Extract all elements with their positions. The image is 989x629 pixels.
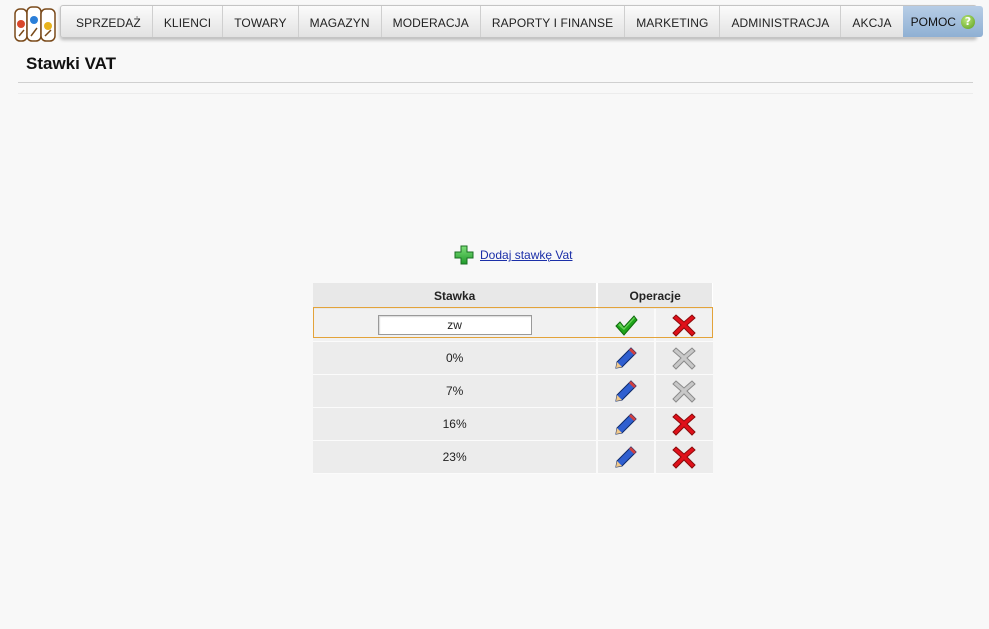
vat-rates-table: Stawka Operacje 0% [313, 283, 714, 474]
title-divider-secondary [18, 93, 973, 94]
pencil-icon[interactable] [614, 445, 638, 469]
nav-item-klienci[interactable]: KLIENCI [153, 6, 224, 37]
delete-icon[interactable] [672, 313, 697, 337]
nav-item-towary[interactable]: TOWARY [223, 6, 299, 37]
rate-cell: 0% [313, 341, 599, 375]
nav-item-akcja[interactable]: AKCJA [841, 6, 902, 37]
nav-item-sprzedaz[interactable]: SPRZEDAŻ [61, 6, 153, 37]
cancel-cell [655, 309, 713, 342]
help-icon: ? [960, 14, 975, 29]
add-vat-rate-link[interactable]: Dodaj stawkę Vat [453, 244, 573, 266]
save-cell [597, 309, 657, 342]
edit-cell [597, 407, 657, 441]
table-row-edit [313, 309, 713, 342]
edit-rate-cell [313, 309, 599, 342]
column-header-operations: Operacje [597, 283, 714, 309]
pencil-icon[interactable] [614, 412, 638, 436]
main-navigation: SPRZEDAŻ KLIENCI TOWARY MAGAZYN MODERACJ… [60, 5, 983, 38]
nav-item-raporty-i-finanse[interactable]: RAPORTY I FINANSE [481, 6, 626, 37]
nav-item-administracja[interactable]: ADMINISTRACJA [720, 6, 842, 37]
delete-disabled-icon [672, 347, 697, 370]
table-row: 0% [313, 341, 713, 375]
title-divider [18, 82, 973, 83]
add-vat-rate-label: Dodaj stawkę Vat [480, 248, 573, 262]
checkmark-icon[interactable] [614, 313, 638, 337]
rate-input[interactable] [377, 315, 532, 335]
help-label: POMOC [910, 14, 956, 29]
help-button[interactable]: POMOC ? [902, 6, 983, 37]
delete-cell [655, 407, 713, 441]
page-title: Stawki VAT [26, 54, 117, 73]
edit-cell [597, 440, 657, 474]
app-logo[interactable] [14, 6, 58, 44]
delete-cell [655, 374, 713, 408]
delete-cell [655, 440, 713, 474]
delete-cell [655, 341, 713, 375]
delete-icon[interactable] [672, 445, 697, 469]
nav-item-marketing[interactable]: MARKETING [625, 6, 721, 37]
delete-icon[interactable] [672, 412, 697, 436]
pencil-icon[interactable] [614, 346, 638, 370]
table-header-row: Stawka Operacje [313, 283, 714, 309]
table-row: 23% [313, 440, 713, 474]
edit-cell [597, 341, 657, 375]
nav-item-magazyn[interactable]: MAGAZYN [299, 6, 382, 37]
column-header-rate: Stawka [313, 283, 599, 309]
delete-disabled-icon [672, 380, 697, 403]
pencil-icon[interactable] [614, 379, 638, 403]
plus-icon [454, 245, 474, 265]
rate-cell: 7% [313, 374, 599, 408]
table-row: 7% [313, 374, 713, 408]
table-row: 16% [313, 407, 713, 441]
rate-cell: 16% [313, 407, 599, 441]
edit-cell [597, 374, 657, 408]
rate-cell: 23% [313, 440, 599, 474]
nav-item-moderacja[interactable]: MODERACJA [382, 6, 481, 37]
